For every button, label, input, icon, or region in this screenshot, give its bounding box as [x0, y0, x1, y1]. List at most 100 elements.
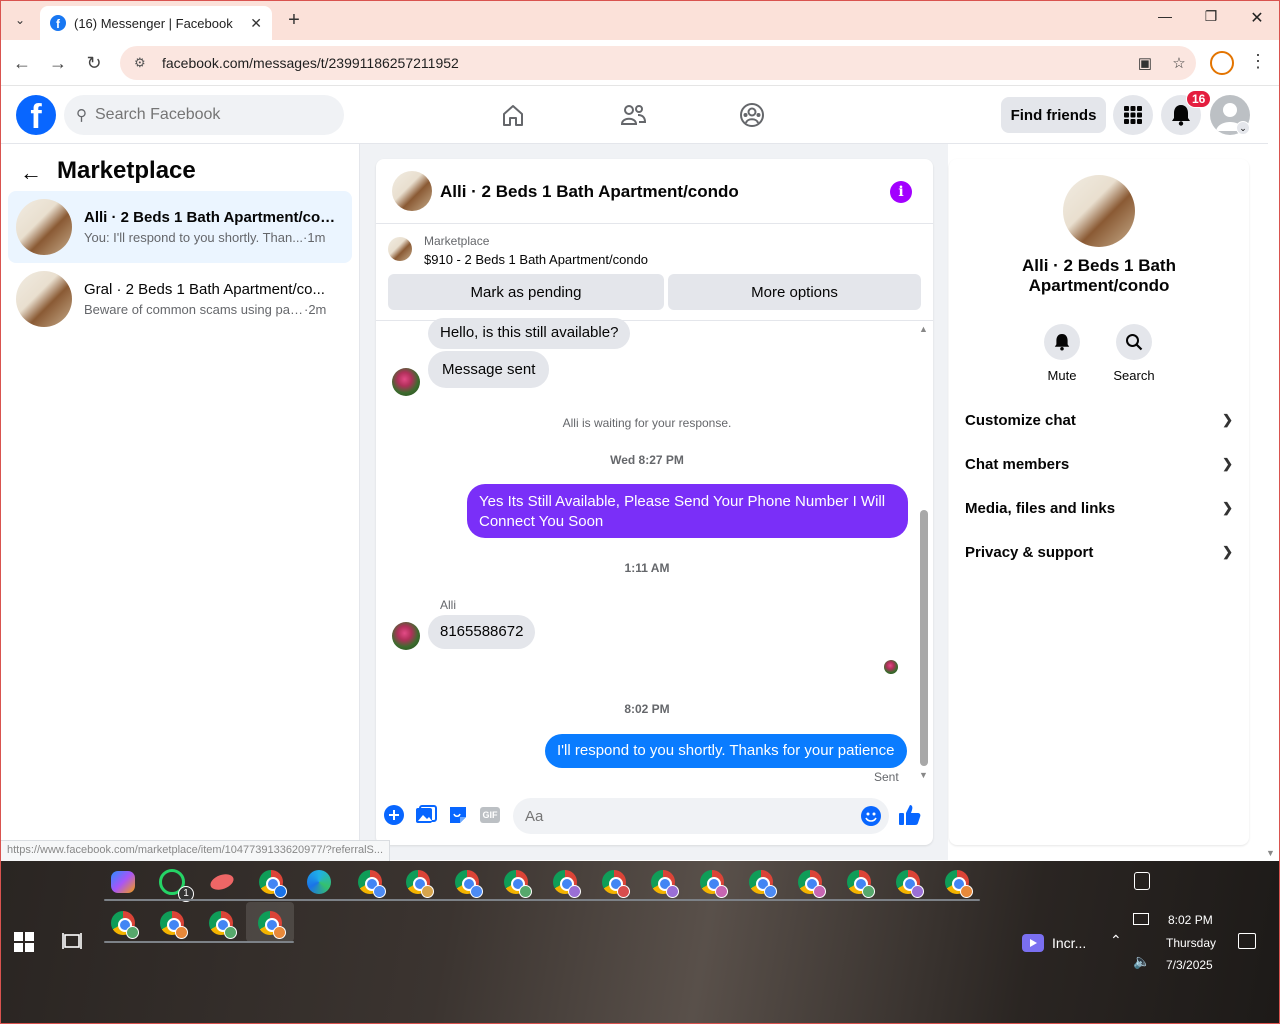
mark-as-pending-button[interactable]: Mark as pending	[388, 274, 664, 310]
chrome-profile-icon[interactable]	[842, 865, 876, 899]
customize-chat-row[interactable]: Customize chat ❯	[957, 400, 1241, 440]
facebook-search[interactable]: ⚲	[64, 95, 344, 135]
edge-icon[interactable]	[302, 865, 336, 899]
conversation-item[interactable]: Alli · 2 Beds 1 Bath Apartment/con... Yo…	[8, 191, 352, 263]
chat-members-row[interactable]: Chat members ❯	[957, 444, 1241, 484]
search-action[interactable]: Search	[1104, 324, 1164, 383]
plus-circle-icon[interactable]	[382, 803, 406, 827]
chrome-profile-icon[interactable]	[597, 865, 631, 899]
mute-action[interactable]: Mute	[1032, 324, 1092, 383]
tab-title: (16) Messenger | Facebook	[74, 15, 233, 31]
listing-small-thumbnail	[388, 237, 412, 261]
browser-tab-active[interactable]: f (16) Messenger | Facebook ✕	[40, 6, 272, 40]
account-chevron-icon[interactable]: ⌄	[1236, 121, 1250, 135]
chrome-profile-icon[interactable]	[204, 906, 238, 940]
chrome-profile-icon[interactable]	[450, 865, 484, 899]
notification-center-icon[interactable]	[1238, 933, 1256, 949]
whatsapp-icon[interactable]: 1	[155, 865, 194, 902]
tab-search-dropdown-icon[interactable]: ⌄	[8, 8, 32, 32]
timestamp: Wed 8:27 PM	[610, 453, 684, 467]
chrome-profile-icon[interactable]	[744, 865, 778, 899]
chrome-profile-icon[interactable]	[891, 865, 925, 899]
restore-button[interactable]: ❐	[1188, 8, 1234, 32]
chat-title[interactable]: Alli · 2 Beds 1 Bath Apartment/condo	[440, 182, 739, 202]
omnibox[interactable]: ⚙ facebook.com/messages/t/23991186257211…	[120, 46, 1196, 80]
clock-time[interactable]: 8:02 PM	[1168, 913, 1213, 927]
chrome-profile-icon[interactable]	[254, 865, 288, 899]
scroll-down-icon[interactable]: ▼	[919, 770, 928, 780]
volume-icon[interactable]: 🔈	[1133, 953, 1150, 970]
snipping-tool-icon[interactable]	[205, 865, 239, 899]
install-app-icon[interactable]: ▣	[1128, 54, 1162, 72]
back-arrow-icon[interactable]: ←	[20, 160, 42, 186]
chrome-profile-icon[interactable]	[695, 865, 729, 899]
chevron-down-icon: ❯	[1222, 500, 1233, 515]
gallery-icon[interactable]	[414, 803, 438, 827]
chrome-profile-icon[interactable]	[940, 865, 974, 899]
chrome-profile-icon[interactable]	[499, 865, 533, 899]
friends-icon[interactable]	[618, 100, 648, 130]
listing-thumbnail	[16, 199, 72, 255]
contact-avatar[interactable]	[1063, 175, 1135, 247]
browser-menu-icon[interactable]: ⋮	[1248, 51, 1268, 75]
facebook-logo[interactable]: f	[16, 95, 56, 135]
close-window-button[interactable]: ✕	[1234, 8, 1280, 32]
groups-icon[interactable]	[737, 100, 767, 130]
meet-now-icon[interactable]	[1134, 872, 1150, 890]
menu-grid-icon[interactable]	[1113, 95, 1153, 135]
tray-chevron-up-icon[interactable]: ⌃	[1110, 932, 1122, 949]
bookmark-star-icon[interactable]: ☆	[1162, 54, 1196, 72]
chrome-profile-icon[interactable]	[353, 865, 387, 899]
chat-avatar[interactable]	[392, 171, 432, 211]
emoji-icon[interactable]	[853, 806, 889, 826]
chrome-profile-icon[interactable]	[155, 906, 189, 940]
notification-count-badge: 16	[1186, 90, 1212, 108]
chrome-profile-icon[interactable]	[646, 865, 680, 899]
scroll-up-icon[interactable]: ▲	[919, 324, 928, 334]
message-bubble-out: I'll respond to you shortly. Thanks for …	[545, 734, 907, 768]
media-files-links-row[interactable]: Media, files and links ❯	[957, 488, 1241, 528]
scroll-thumb[interactable]	[920, 510, 928, 766]
network-icon[interactable]	[1133, 913, 1149, 925]
sticker-icon[interactable]	[446, 803, 470, 827]
like-thumb-icon[interactable]	[898, 803, 922, 827]
info-icon[interactable]: i	[890, 181, 912, 203]
forward-button[interactable]: →	[46, 51, 70, 75]
browser-profile-icon[interactable]	[1210, 51, 1234, 75]
sender-avatar[interactable]	[392, 622, 420, 650]
sent-status: Sent	[874, 770, 899, 784]
listing-title[interactable]: $910 - 2 Beds 1 Bath Apartment/condo	[424, 252, 648, 267]
back-button[interactable]: ←	[10, 51, 34, 75]
task-view-icon[interactable]	[62, 932, 82, 955]
facebook-search-input[interactable]	[95, 106, 315, 124]
page-scroll-down-icon[interactable]: ▼	[1266, 848, 1275, 858]
taskbar-app-label[interactable]: Incr...	[1052, 935, 1086, 951]
site-info-icon[interactable]: ⚙	[134, 55, 156, 71]
sender-avatar[interactable]	[392, 368, 420, 396]
reload-button[interactable]: ↻	[82, 51, 106, 75]
chrome-profile-icon[interactable]	[401, 865, 435, 899]
chrome-active-icon[interactable]	[253, 906, 287, 940]
close-tab-icon[interactable]: ✕	[250, 15, 262, 32]
gif-icon[interactable]: GIF	[478, 803, 502, 827]
find-friends-button[interactable]: Find friends	[1001, 97, 1106, 133]
more-options-button[interactable]: More options	[668, 274, 921, 310]
conversation-time: ·1m	[303, 230, 326, 245]
privacy-support-row[interactable]: Privacy & support ❯	[957, 532, 1241, 572]
video-app-icon[interactable]	[1022, 934, 1044, 952]
copilot-icon[interactable]	[106, 865, 140, 899]
chrome-profile-icon[interactable]	[793, 865, 827, 899]
search-icon: ⚲	[76, 107, 87, 124]
new-tab-button[interactable]: +	[282, 8, 306, 32]
minimize-button[interactable]: —	[1142, 8, 1188, 32]
mute-label: Mute	[1047, 368, 1077, 383]
chrome-profile-icon[interactable]	[548, 865, 582, 899]
home-icon[interactable]	[498, 100, 528, 130]
message-composer[interactable]	[513, 798, 889, 834]
clock-day[interactable]: Thursday	[1166, 936, 1216, 950]
conversation-item[interactable]: Gral · 2 Beds 1 Bath Apartment/co... Bew…	[8, 263, 352, 335]
message-input[interactable]	[525, 807, 853, 825]
clock-date[interactable]: 7/3/2025	[1166, 958, 1213, 972]
chrome-profile-icon[interactable]	[106, 906, 140, 940]
windows-start-icon[interactable]	[14, 932, 34, 957]
